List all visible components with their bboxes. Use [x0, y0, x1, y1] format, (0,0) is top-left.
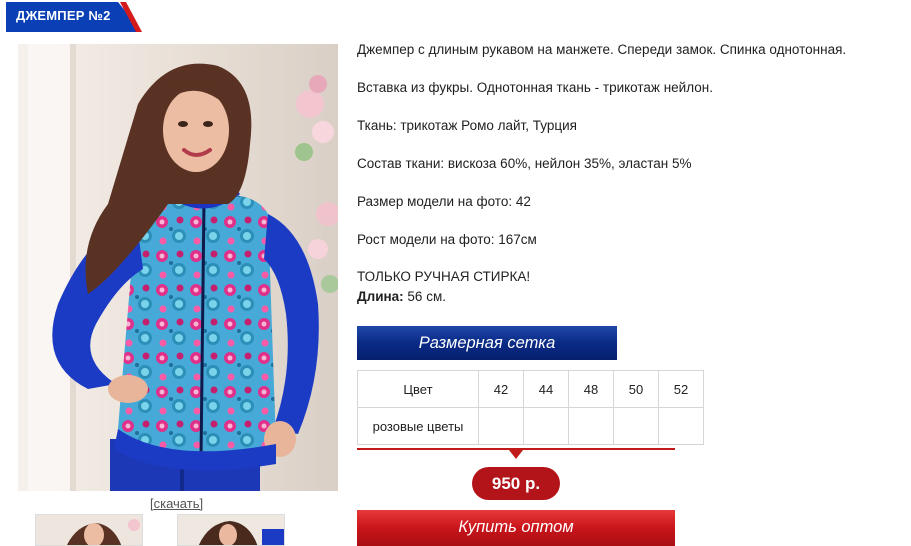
table-header-cell: 48	[568, 370, 614, 408]
product-photo[interactable]	[18, 44, 338, 491]
product-title-badge: ДЖЕМПЕР №2	[6, 2, 142, 32]
length-row: Длина: 56 см.	[357, 289, 446, 304]
length-label: Длина:	[357, 289, 404, 304]
quantity-cell[interactable]	[478, 407, 524, 445]
size-availability-table: Цвет 42 44 48 50 52 розовые цветы	[357, 370, 704, 445]
description-line: Состав ткани: вискоза 60%, нейлон 35%, э…	[357, 156, 692, 171]
description-line: Вставка из фукры. Однотонная ткань - три…	[357, 80, 713, 95]
table-header-cell: 42	[478, 370, 524, 408]
price-pointer-icon	[509, 450, 523, 459]
color-name-cell: розовые цветы	[357, 407, 479, 445]
thumbnail-2-illustration	[178, 515, 284, 545]
description-line: Размер модели на фото: 42	[357, 194, 531, 209]
download-link[interactable]: [скачать]	[150, 496, 203, 511]
thumbnail-1-illustration	[36, 515, 142, 545]
buy-wholesale-button[interactable]: Купить оптом	[357, 510, 675, 546]
length-value: 56 см.	[407, 289, 446, 304]
table-header-cell: 52	[658, 370, 704, 408]
price-badge: 950 р.	[472, 467, 560, 500]
table-header-cell: Цвет	[357, 370, 479, 408]
table-header-row: Цвет 42 44 48 50 52	[357, 370, 704, 408]
description-line: Рост модели на фото: 167см	[357, 232, 537, 247]
size-chart-button[interactable]: Размерная сетка	[357, 326, 617, 360]
product-photo-illustration	[18, 44, 338, 491]
product-title: ДЖЕМПЕР №2	[16, 8, 111, 23]
description-line: Джемпер с длиным рукавом на манжете. Спе…	[357, 42, 847, 57]
thumbnail-image-1[interactable]	[35, 514, 143, 546]
quantity-cell[interactable]	[658, 407, 704, 445]
care-instructions: ТОЛЬКО РУЧНАЯ СТИРКА!	[357, 269, 531, 284]
quantity-cell[interactable]	[613, 407, 659, 445]
quantity-cell[interactable]	[568, 407, 614, 445]
table-header-cell: 50	[613, 370, 659, 408]
description-line: Ткань: трикотаж Ромо лайт, Турция	[357, 118, 577, 133]
table-row: розовые цветы	[357, 407, 704, 445]
table-header-cell: 44	[523, 370, 569, 408]
thumbnail-image-2[interactable]	[177, 514, 285, 546]
quantity-cell[interactable]	[523, 407, 569, 445]
